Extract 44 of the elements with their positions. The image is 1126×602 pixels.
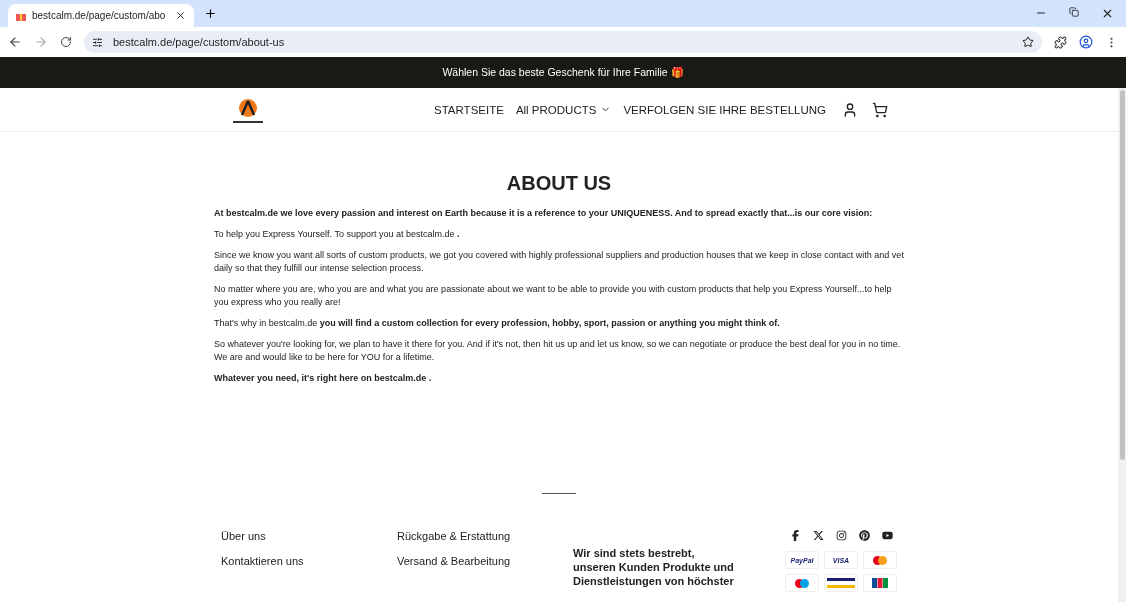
youtube-icon[interactable]: [881, 530, 893, 541]
browser-tab[interactable]: bestcalm.de/page/custom/abo: [8, 4, 194, 27]
tagline-line: Dienstleistungen von höchster: [573, 574, 735, 588]
reload-icon[interactable]: [60, 36, 72, 48]
paragraph: Whatever you need, it's right here on bestcalm.de .: [214, 372, 433, 385]
paragraph: At bestcalm.de we love every passion and interest on Earth because it is a reference to your UNIQUENESS. And to spread exactly that...is our core vision:: [214, 207, 874, 220]
extensions-icon[interactable]: [1054, 35, 1067, 49]
paragraph: No matter where you are, who you are and what you are passionate about we want to be able to provide you with custom products that help you Express Yourself...to help you express who you really are!: [214, 283, 893, 309]
paragraph: So whatever you're looking for, we plan to have it there for you. And if it's not, then hit us up and let us know, so we can negotiate or produce the best deal for you in no time. We are and would like to be here for YOU for a lifetime.: [214, 338, 902, 364]
jcb-badge: [863, 574, 897, 592]
tagline-line: Wir sind stets bestrebt,: [573, 546, 696, 560]
nav-link[interactable]: STARTSEITE: [434, 103, 504, 116]
bookmark-icon[interactable]: [1022, 36, 1034, 48]
url-text: bestcalm.de/page/custom/about-us: [113, 36, 286, 48]
tagline-line: unseren Kunden Produkte und: [573, 560, 735, 574]
instagram-icon[interactable]: [835, 530, 847, 541]
x-icon[interactable]: [812, 530, 824, 541]
nav-link[interactable]: VERFOLGEN SIE IHRE BESTELLUNG: [623, 103, 826, 116]
scrollbar[interactable]: [1118, 88, 1126, 602]
card-badge: [824, 574, 858, 592]
restore-icon[interactable]: [1069, 7, 1079, 17]
maestro-badge: [785, 574, 819, 592]
paragraph: To help you Express Yourself. To support you at bestcalm.de .: [214, 228, 461, 241]
nav-link[interactable]: All PRODUCTS: [515, 103, 612, 116]
close-icon[interactable]: [1101, 7, 1114, 20]
announcement-bar: Wählen Sie das beste Geschenk für Ihre Familie 🎁: [0, 57, 1126, 88]
cart-icon[interactable]: [872, 101, 888, 118]
paragraph: Since we know you want all sorts of custom products, we got you covered with highly professional suppliers and production houses that we keep in close contact with and vet daily so that they fulfill our intense selection process.: [214, 249, 904, 275]
page-title: ABOUT US: [505, 172, 613, 195]
address-bar[interactable]: bestcalm.de/page/custom/about-us: [84, 31, 1042, 53]
back-icon[interactable]: [8, 35, 22, 49]
footer-link[interactable]: Versand & Bearbeitung: [397, 555, 573, 567]
pinterest-icon[interactable]: [858, 530, 870, 541]
footer-link[interactable]: Über uns: [221, 530, 397, 542]
footer-link[interactable]: Rückgabe & Erstattung: [397, 530, 573, 542]
mastercard-badge: [863, 551, 897, 569]
footer-link[interactable]: Kontaktieren uns: [221, 555, 397, 567]
close-icon[interactable]: [175, 10, 186, 21]
paragraph: That's why in bestcalm.de you will find a custom collection for every profession, hobby, sport, passion or anything you might think of.: [214, 317, 781, 330]
profile-icon[interactable]: [1079, 35, 1093, 49]
account-icon[interactable]: [842, 101, 858, 118]
facebook-icon[interactable]: [789, 530, 801, 541]
new-tab-icon[interactable]: [204, 7, 217, 20]
site-settings-icon[interactable]: [92, 36, 103, 48]
